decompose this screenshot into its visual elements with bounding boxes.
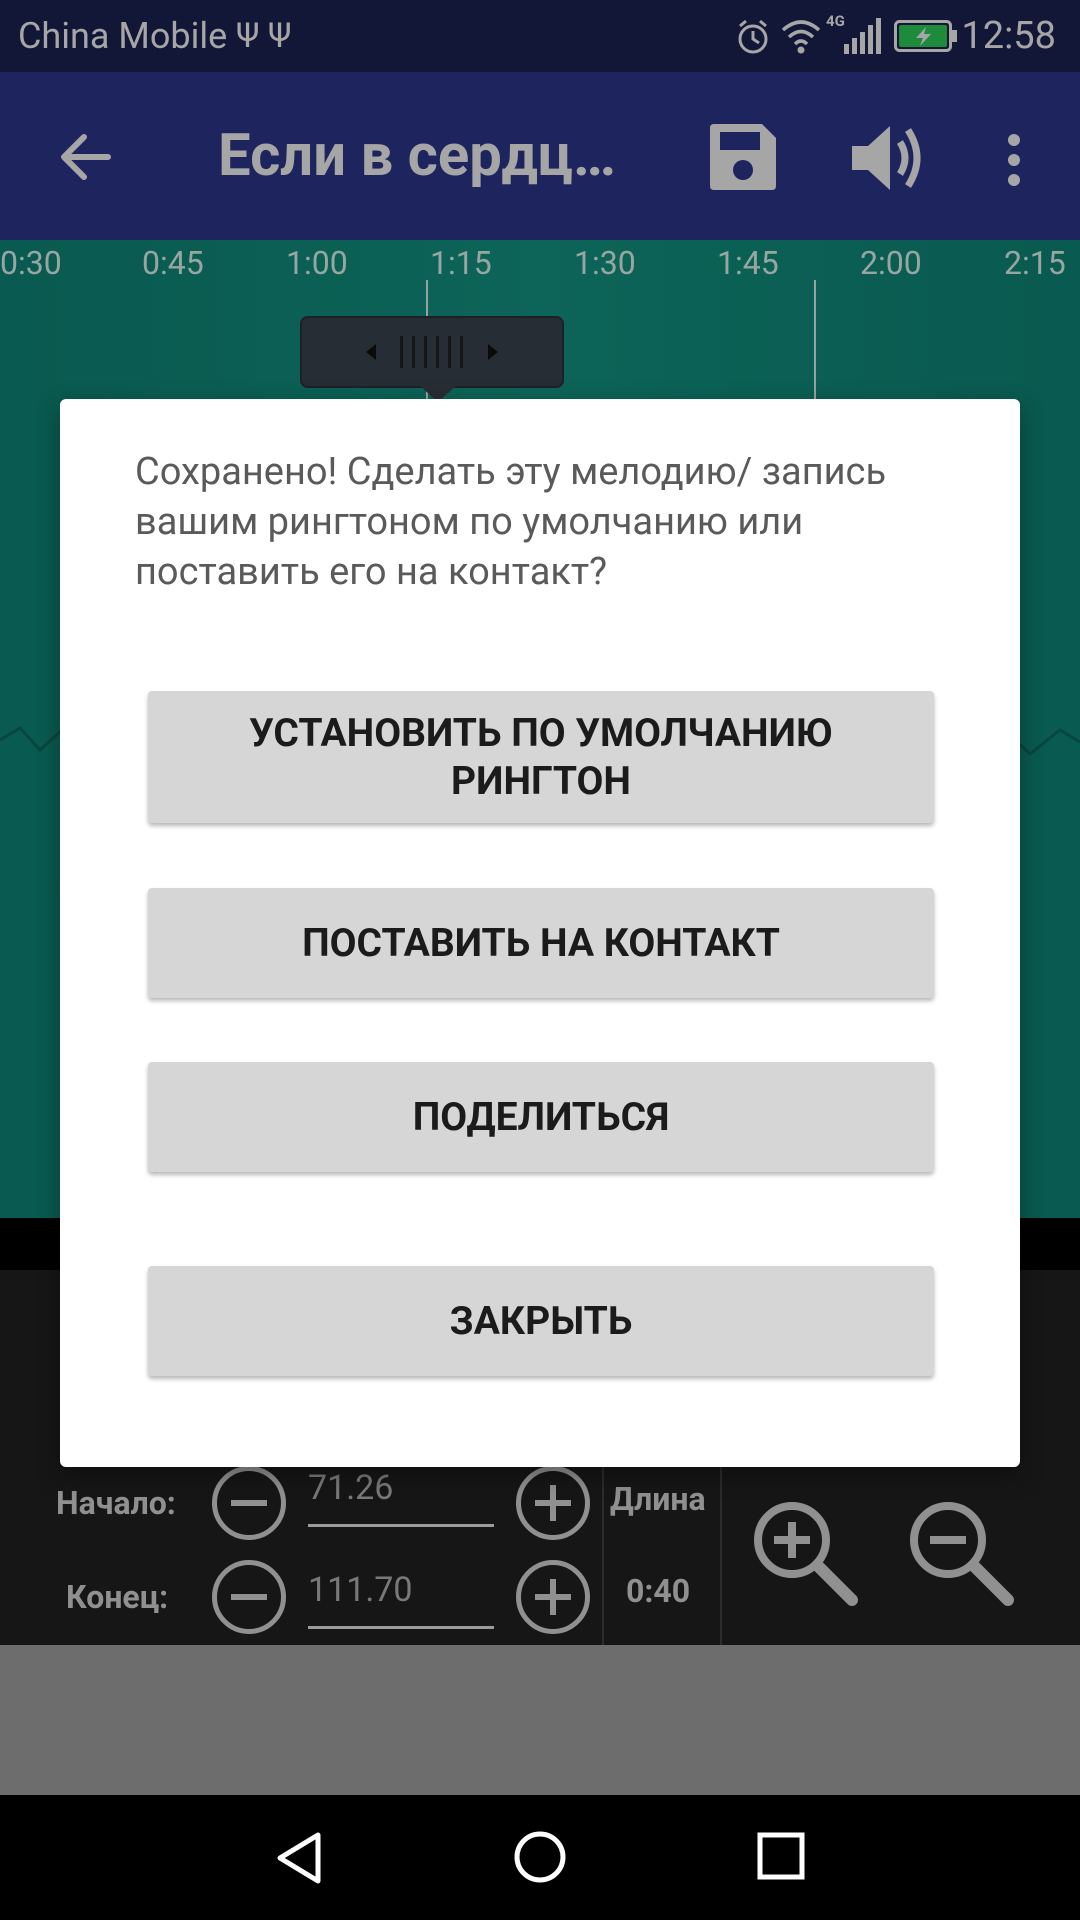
close-button[interactable]: ЗАКРЫТЬ	[148, 1266, 934, 1376]
navigation-bar	[0, 1795, 1080, 1920]
share-button[interactable]: ПОДЕЛИТЬСЯ	[148, 1062, 934, 1172]
set-default-ringtone-button[interactable]: УСТАНОВИТЬ ПО УМОЛЧАНИЮ РИНГТОН	[148, 691, 934, 823]
dialog-message: Сохранено! Сделать эту мелодию/ запись в…	[135, 450, 887, 594]
nav-recents-icon[interactable]	[756, 1831, 806, 1881]
nav-home-icon[interactable]	[512, 1829, 568, 1885]
set-contact-button[interactable]: ПОСТАВИТЬ НА КОНТАКТ	[148, 888, 934, 998]
nav-back-icon[interactable]	[274, 1831, 324, 1885]
save-dialog: Сохранено! Сделать эту мелодию/ запись в…	[60, 399, 1020, 1467]
